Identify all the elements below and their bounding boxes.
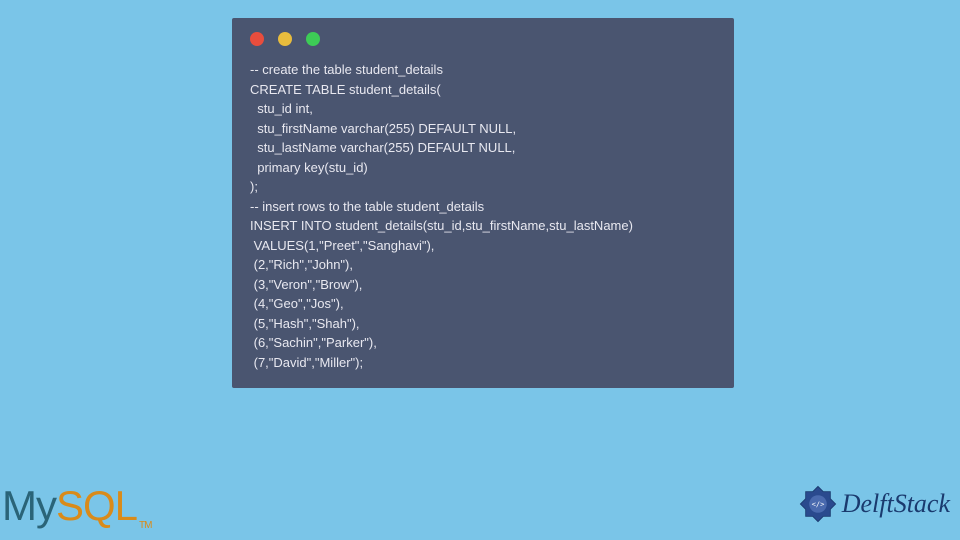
minimize-icon: [278, 32, 292, 46]
mysql-logo-sql: SQL: [56, 482, 137, 529]
close-icon: [250, 32, 264, 46]
delftstack-text: DelftStack: [842, 489, 950, 519]
mysql-logo: MySQLTM: [2, 482, 152, 530]
svg-text:</>: </>: [811, 500, 824, 509]
code-window: -- create the table student_details CREA…: [232, 18, 734, 388]
window-controls: [250, 32, 716, 46]
delftstack-logo: </> DelftStack: [796, 482, 950, 526]
mysql-logo-my: My: [2, 482, 56, 529]
code-content: -- create the table student_details CREA…: [250, 60, 716, 372]
delftstack-icon: </>: [796, 482, 840, 526]
maximize-icon: [306, 32, 320, 46]
mysql-logo-tm: TM: [139, 520, 151, 531]
